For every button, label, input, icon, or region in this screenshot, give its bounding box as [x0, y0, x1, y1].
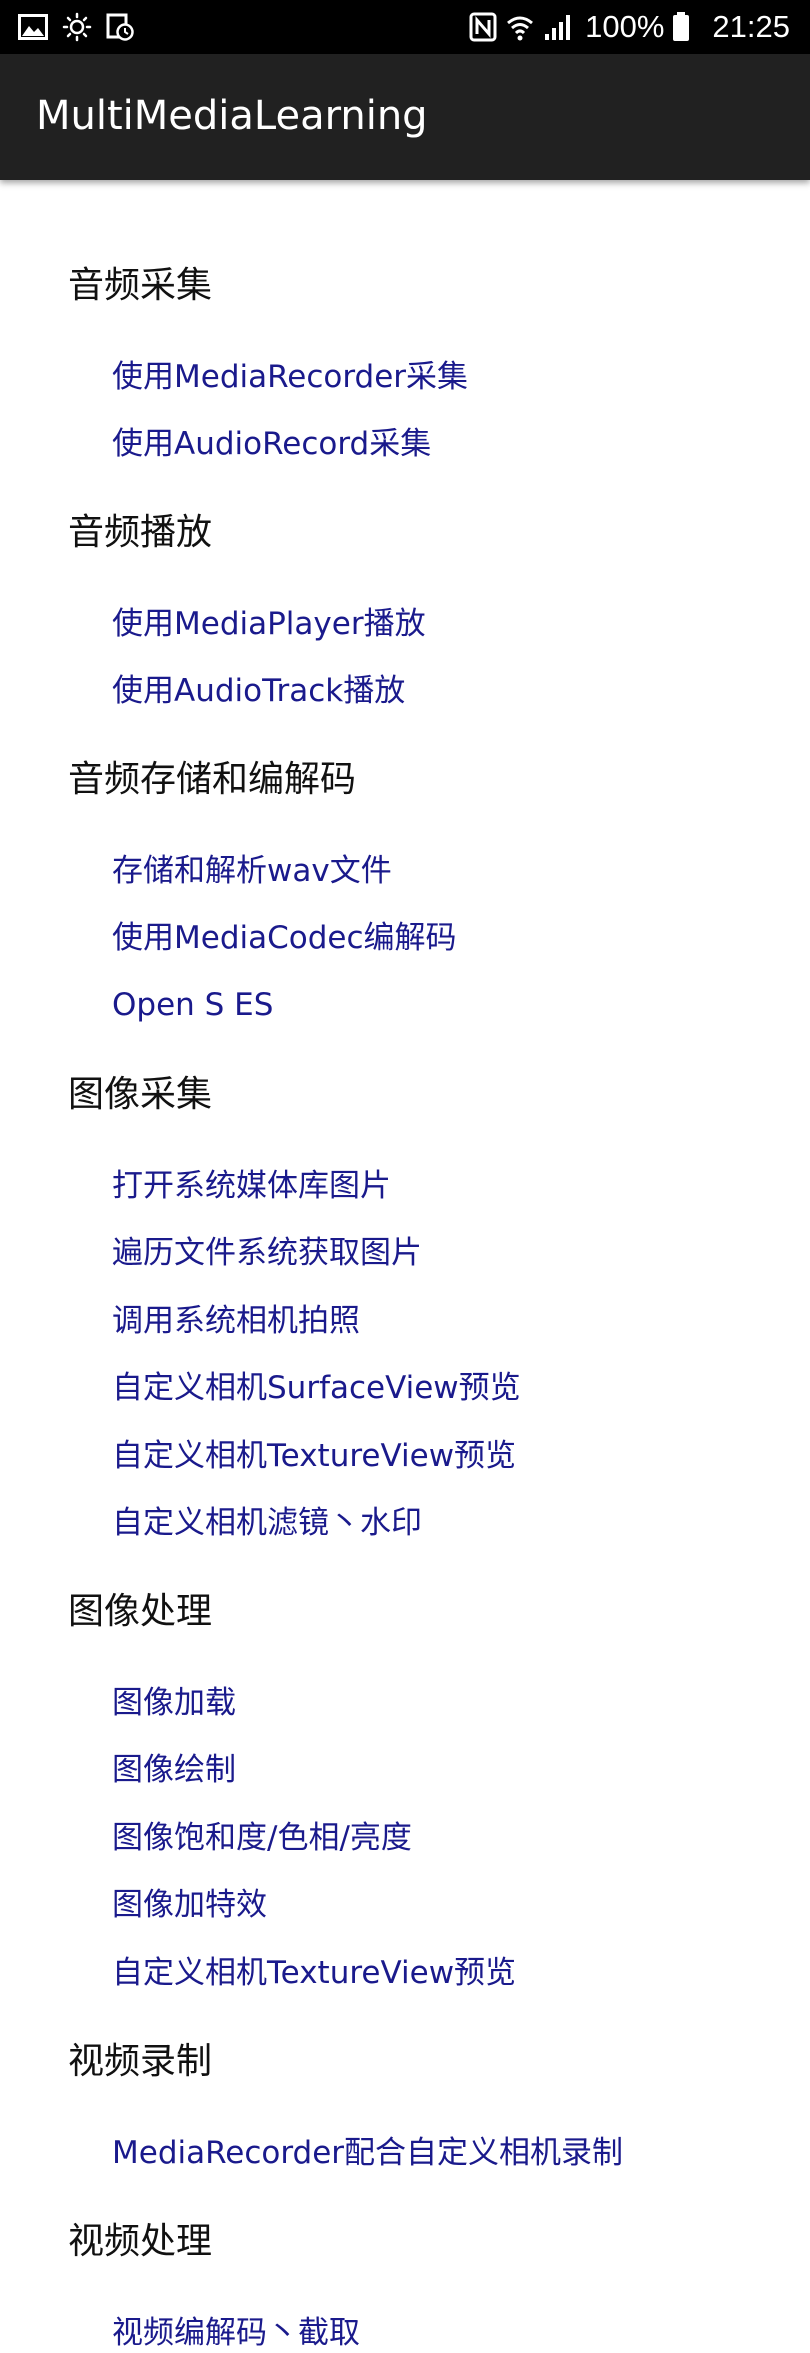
link-system-gallery[interactable]: 打开系统媒体库图片	[112, 1166, 391, 1206]
status-bar-system: 100% 21:25	[469, 8, 790, 46]
app-bar: MultiMediaLearning	[0, 54, 810, 180]
battery-percent: 100%	[585, 9, 665, 44]
status-bar: 100% 21:25	[0, 0, 810, 54]
link-textureview-preview-2[interactable]: 自定义相机TextureView预览	[112, 1953, 516, 1993]
link-mediaplayer-playback[interactable]: 使用MediaPlayer播放	[112, 604, 426, 644]
section-title-audio-playback: 音频播放	[68, 512, 213, 553]
link-textureview-preview[interactable]: 自定义相机TextureView预览	[112, 1436, 516, 1476]
link-surfaceview-preview[interactable]: 自定义相机SurfaceView预览	[112, 1368, 521, 1408]
link-camera-filter-watermark[interactable]: 自定义相机滤镜丶水印	[112, 1503, 422, 1543]
signal-icon	[543, 12, 573, 42]
battery-icon	[672, 12, 690, 42]
image-icon	[18, 14, 48, 40]
app-title: MultiMediaLearning	[36, 93, 428, 139]
link-mediarecorder-capture[interactable]: 使用MediaRecorder采集	[112, 357, 468, 397]
clock-icon	[106, 13, 134, 41]
section-title-video-processing: 视频处理	[68, 2221, 213, 2262]
link-image-effects[interactable]: 图像加特效	[112, 1885, 267, 1925]
link-opensles[interactable]: Open S ES	[112, 985, 273, 1025]
link-image-saturation[interactable]: 图像饱和度/色相/亮度	[112, 1818, 412, 1858]
link-filesystem-images[interactable]: 遍历文件系统获取图片	[112, 1233, 422, 1273]
link-audiotrack-playback[interactable]: 使用AudioTrack播放	[112, 671, 405, 711]
section-title-audio-storage-codec: 音频存储和编解码	[68, 759, 357, 800]
section-title-image-processing: 图像处理	[68, 1591, 213, 1632]
nfc-icon	[469, 12, 497, 42]
section-title-video-recording: 视频录制	[68, 2041, 213, 2082]
section-title-image-capture: 图像采集	[68, 1074, 213, 1115]
section-title-audio-capture: 音频采集	[68, 265, 213, 306]
link-wav-file[interactable]: 存储和解析wav文件	[112, 851, 392, 891]
status-bar-notifications	[18, 12, 134, 42]
link-image-load[interactable]: 图像加载	[112, 1683, 236, 1723]
link-image-draw[interactable]: 图像绘制	[112, 1750, 236, 1790]
link-audiorecord-capture[interactable]: 使用AudioRecord采集	[112, 424, 431, 464]
link-mediacodec[interactable]: 使用MediaCodec编解码	[112, 918, 457, 958]
link-video-codec-clip[interactable]: 视频编解码丶截取	[112, 2313, 360, 2353]
clock-time: 21:25	[712, 9, 790, 44]
wifi-icon	[505, 12, 535, 42]
link-mediarecorder-camera-record[interactable]: MediaRecorder配合自定义相机录制	[112, 2133, 623, 2173]
brightness-icon	[62, 12, 92, 42]
link-system-camera[interactable]: 调用系统相机拍照	[112, 1301, 360, 1341]
